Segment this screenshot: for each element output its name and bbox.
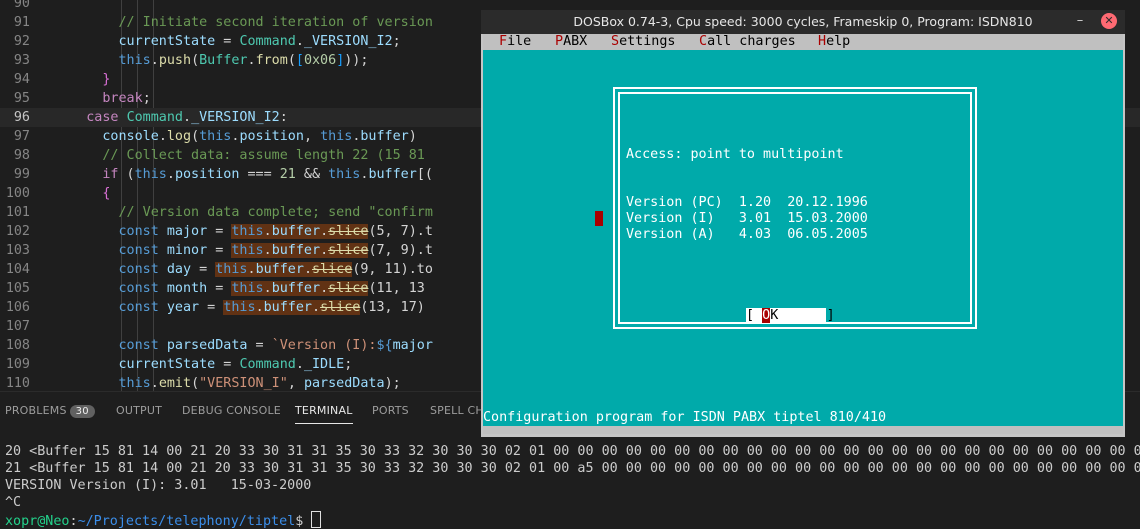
tab-terminal[interactable]: TERMINAL: [295, 404, 353, 424]
tab-label: DEBUG CONSOLE: [182, 404, 281, 417]
terminal-output-line: ^C: [5, 495, 22, 510]
line-number: 93: [13, 53, 30, 68]
dos-menubar: File PABX Settings Call charges Help: [483, 34, 1123, 50]
line-number: 92: [13, 34, 30, 49]
code-text: // Collect data: assume length 22 (15 81: [102, 148, 425, 163]
code-text: const minor = this.buffer.slice(7, 9).t: [118, 243, 433, 258]
terminal[interactable]: 20 <Buffer 15 81 14 00 21 20 33 30 31 31…: [0, 429, 1140, 529]
menu-label: elp: [826, 34, 851, 49]
terminal-output-line: 20 <Buffer 15 81 14 00 21 20 33 30 31 31…: [5, 444, 1140, 459]
tab-label: TERMINAL: [295, 404, 353, 417]
line-number: 110: [5, 376, 30, 391]
tab-output[interactable]: OUTPUT: [116, 404, 162, 417]
menu-help[interactable]: Help: [818, 34, 850, 50]
line-number: 105: [5, 281, 30, 296]
code-text: this.emit("VERSION_I", parsedData);: [118, 376, 401, 391]
prompt-user: xopr@Neo: [5, 514, 70, 529]
line-number: 97: [13, 129, 30, 144]
tab-ports[interactable]: PORTS: [372, 404, 409, 417]
code-text: // Initiate second iteration of version: [118, 15, 433, 30]
line-number: 91: [13, 15, 30, 30]
ok-button[interactable]: [ OK ]: [746, 308, 835, 324]
line-number: 104: [5, 262, 30, 277]
menu-file[interactable]: File: [499, 34, 531, 50]
line-number: 94: [13, 72, 30, 87]
line-number: 96: [13, 110, 30, 125]
dos-status-line: Configuration program for ISDN PABX tipt…: [483, 410, 887, 425]
dos-bottom-bar: [483, 426, 1123, 434]
selection-marker: [595, 211, 603, 226]
ok-hotkey: O: [762, 308, 771, 323]
tab-debug-console[interactable]: DEBUG CONSOLE: [182, 404, 281, 417]
line-number: 108: [5, 338, 30, 353]
code-text: const month = this.buffer.slice(11, 13: [118, 281, 425, 296]
dosbox-window[interactable]: DOSBox 0.74-3, Cpu speed: 3000 cycles, F…: [481, 10, 1125, 437]
code-text: if (this.position === 21 && this.buffer[…: [102, 167, 433, 182]
line-number: 103: [5, 243, 30, 258]
code-text: const parsedData = `Version (I):${major: [118, 338, 433, 353]
dosbox-titlebar[interactable]: DOSBox 0.74-3, Cpu speed: 3000 cycles, F…: [481, 10, 1125, 34]
version-a-text: Version (A) 4.03 06.05.2005: [626, 227, 868, 242]
access-mode-text: Access: point to multipoint: [626, 147, 844, 162]
code-text: {: [102, 186, 111, 201]
hotkey: H: [818, 34, 827, 49]
code-text: break;: [102, 91, 151, 106]
problems-count-badge: 30: [69, 405, 95, 418]
code-text: // Version data complete; send "confirm: [118, 205, 433, 220]
prompt-symbol: $: [295, 514, 312, 529]
terminal-prompt[interactable]: xopr@Neo:~/Projects/telephony/tiptel$: [5, 511, 322, 529]
menu-label: ile: [507, 34, 532, 49]
version-pc-text: Version (PC) 1.20 20.12.1996: [626, 195, 868, 210]
version-i-text: Version (I) 3.01 15.03.2000: [626, 211, 868, 226]
minimize-icon[interactable]: –: [1072, 13, 1088, 29]
ok-bracket: [: [746, 308, 763, 323]
terminal-output-line: 21 <Buffer 15 81 14 00 21 20 33 30 31 31…: [5, 461, 1140, 476]
line-number: 106: [5, 300, 30, 315]
hotkey: F: [499, 34, 508, 49]
line-number: 109: [5, 357, 30, 372]
hotkey: C: [699, 34, 708, 49]
code-text: const year = this.buffer.slice(13, 17): [118, 300, 425, 315]
code-text: currentState = Command._VERSION_I2;: [118, 34, 401, 49]
close-icon[interactable]: ✕: [1101, 13, 1117, 29]
tab-problems[interactable]: PROBLEMS 30: [5, 404, 95, 418]
code-text: const major = this.buffer.slice(5, 7).t: [118, 224, 433, 239]
hotkey: S: [611, 34, 620, 49]
line-number: 98: [13, 148, 30, 163]
prompt-separator: :: [69, 514, 78, 529]
terminal-cursor: [311, 511, 322, 528]
line-number: 90: [13, 0, 30, 11]
menu-label: all charges: [707, 34, 796, 49]
ok-label: K ]: [770, 308, 835, 323]
line-number: 102: [5, 224, 30, 239]
line-number: 95: [13, 91, 30, 106]
menu-label: ABX: [563, 34, 588, 49]
terminal-output-line: VERSION Version (I): 3.01 15-03-2000: [5, 478, 312, 493]
line-number: 100: [5, 186, 30, 201]
prompt-path: ~/Projects/telephony/tiptel: [77, 514, 296, 529]
code-text: case Command._VERSION_I2:: [86, 110, 288, 125]
menu-settings[interactable]: Settings: [611, 34, 676, 50]
dos-screen[interactable]: File PABX Settings Call charges Help Acc…: [483, 34, 1123, 434]
hotkey: P: [555, 34, 564, 49]
menu-label: ettings: [619, 34, 676, 49]
window-title: DOSBox 0.74-3, Cpu speed: 3000 cycles, F…: [573, 14, 1033, 29]
code-text: }: [102, 72, 111, 87]
tab-label: OUTPUT: [116, 404, 163, 417]
code-text: currentState = Command._IDLE;: [118, 357, 353, 372]
menu-pabx[interactable]: PABX: [555, 34, 587, 50]
line-number: 107: [5, 319, 30, 334]
code-text: const day = this.buffer.slice(9, 11).to: [118, 262, 433, 277]
code-text: console.log(this.position, this.buffer): [102, 129, 417, 144]
line-number: 101: [5, 205, 30, 220]
code-text: this.push(Buffer.from([0x06]));: [118, 53, 369, 68]
tab-label: PORTS: [372, 404, 409, 417]
tab-label: PROBLEMS: [5, 404, 67, 417]
line-number: 99: [13, 167, 30, 182]
menu-call-charges[interactable]: Call charges: [699, 34, 796, 50]
